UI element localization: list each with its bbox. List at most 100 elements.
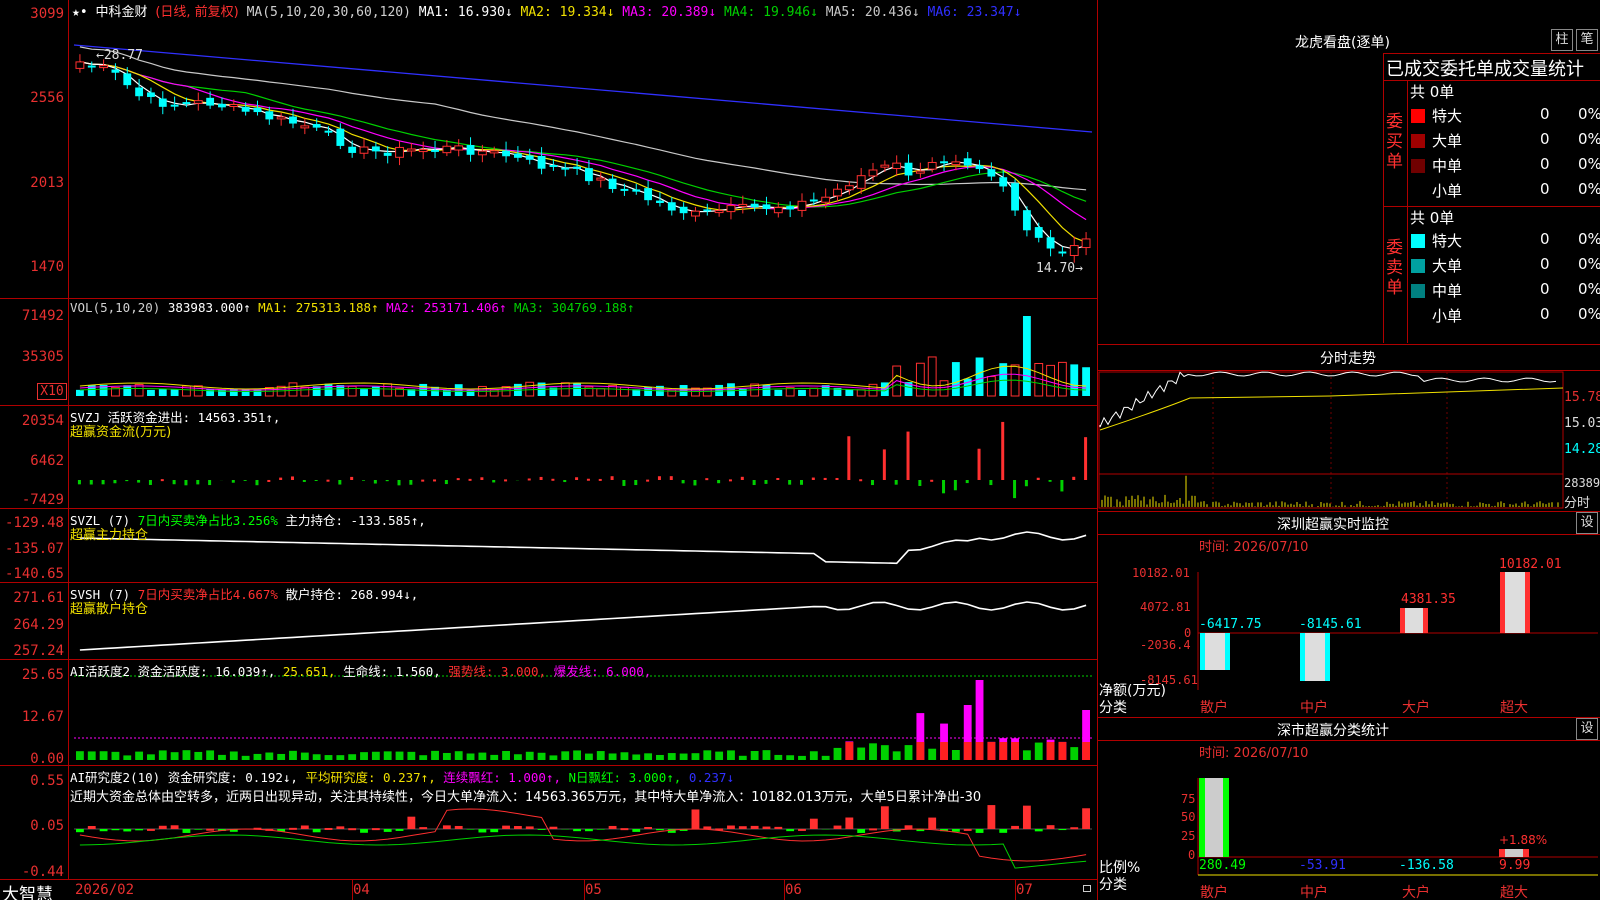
activity-bar xyxy=(880,745,889,760)
longhu-row-count: 0 xyxy=(1540,280,1550,298)
price-y-label: 1470 xyxy=(30,259,64,275)
flow-bar xyxy=(953,480,957,491)
svzj-y-label: 6462 xyxy=(30,453,64,469)
flow-bar xyxy=(421,479,425,482)
indicator-value: MA6: 23.347↓ xyxy=(927,5,1022,20)
indicator-value: 资金研究度: 0.192↓, xyxy=(167,770,306,785)
x-axis-label: 07 xyxy=(1016,882,1033,898)
monitor-bar-shade xyxy=(1305,633,1325,681)
stock-name[interactable]: 中科金财 xyxy=(95,5,147,20)
legend-swatch xyxy=(1411,234,1425,248)
lock-icon[interactable] xyxy=(1083,885,1091,892)
research-bar xyxy=(300,825,309,829)
svzl-y-label: -129.48 xyxy=(4,515,64,531)
research-bar xyxy=(975,829,984,833)
flow-bar xyxy=(89,480,93,485)
research-bar xyxy=(478,829,487,833)
vol-y-label: 35305 xyxy=(21,349,64,365)
chart-label: 9.99 xyxy=(1499,858,1531,873)
flow-bar xyxy=(409,480,413,485)
indicator-value: MA(5,10,20,30,60,120) xyxy=(246,5,419,20)
activity-bar xyxy=(845,742,854,760)
svzl-y-label: -140.65 xyxy=(4,566,64,582)
activity-bar xyxy=(336,755,345,760)
candle-up xyxy=(193,100,203,104)
candle-up xyxy=(691,210,700,217)
price-y-label: 3099 xyxy=(30,6,64,22)
longhu-row-count: 0 xyxy=(1540,255,1550,273)
right-panel-divider xyxy=(1097,0,1098,900)
candle-down xyxy=(762,204,771,209)
sz-monitor-date: 时间: 2026/07/10 xyxy=(1199,540,1309,555)
longhu-row-name: 中单 xyxy=(1432,282,1463,300)
flow-bar xyxy=(1048,480,1052,482)
candle-down xyxy=(1046,237,1055,249)
sz-monitor-settings-button[interactable]: 设 xyxy=(1576,512,1598,534)
candle-down xyxy=(585,168,593,182)
research-bar xyxy=(466,829,475,830)
flow-bar xyxy=(314,480,318,481)
activity-bar xyxy=(1082,742,1090,760)
candle-down xyxy=(904,162,913,176)
indicator-value: MA3: 20.389↓ xyxy=(622,5,725,20)
research-bar xyxy=(928,817,937,829)
indicator-value: 生命线: 1.560, xyxy=(343,664,449,679)
volume-bar xyxy=(1082,367,1090,396)
ma-indicator-values: MA(5,10,20,30,60,120) MA1: 16.930↓ MA2: … xyxy=(247,5,1022,20)
flow-bar xyxy=(527,478,531,481)
activity-bar xyxy=(644,753,653,760)
flow-bar xyxy=(657,476,661,480)
candle-up xyxy=(773,207,783,214)
candle-up xyxy=(927,161,937,170)
candle-down xyxy=(513,153,522,158)
candle-up xyxy=(880,164,890,168)
chart-label: 大户 xyxy=(1402,700,1430,716)
activity-bar xyxy=(975,742,984,760)
flow-bar xyxy=(871,480,875,486)
tick-mode-button[interactable]: 笔 xyxy=(1576,29,1598,51)
flow-bar xyxy=(859,479,863,482)
candle-down xyxy=(336,128,345,146)
indicator-value: AI活跃度2 xyxy=(70,664,138,679)
activity-bar xyxy=(502,750,510,760)
activity-bar xyxy=(478,752,487,760)
sz-stats-settings-button[interactable]: 设 xyxy=(1576,718,1598,740)
flow-bar xyxy=(290,476,294,480)
activity-bar xyxy=(585,753,593,760)
candle-up xyxy=(75,61,85,69)
app-root: ★• 中科金财 (日线, 前复权) MA(5,10,20,30,60,120) … xyxy=(0,0,1600,900)
indicator-value: 强势线: 3.000, xyxy=(448,664,554,679)
research-bar xyxy=(371,828,380,831)
indicator-value: 25.651, xyxy=(282,664,344,679)
activity-bar xyxy=(265,752,274,760)
flow-bar xyxy=(125,480,129,482)
flow-bar xyxy=(302,480,306,482)
research-bar xyxy=(1022,805,1031,829)
flow-bar xyxy=(669,476,673,480)
legend-swatch xyxy=(1411,159,1425,173)
activity-bar xyxy=(383,751,392,760)
volume-bar xyxy=(999,363,1008,396)
activity-bar xyxy=(300,752,309,760)
activity-bar xyxy=(87,751,96,760)
research-bar xyxy=(632,829,641,832)
research-bar xyxy=(419,827,428,830)
bar-mode-button[interactable]: 柱 xyxy=(1551,29,1573,51)
activity-bar xyxy=(750,751,759,760)
chart-mode[interactable]: (日线, 前复权) xyxy=(155,5,238,20)
sz-stats-date: 时间: 2026/07/10 xyxy=(1199,746,1309,761)
activity-bar xyxy=(99,751,108,760)
flow-bar xyxy=(373,480,377,484)
favorite-star-icon[interactable]: ★• xyxy=(72,5,88,20)
chart-label: -2036.4 xyxy=(1140,638,1191,652)
candle-up xyxy=(454,145,464,151)
flow-bar xyxy=(492,480,496,483)
candle-down xyxy=(561,167,570,170)
candle-down xyxy=(656,200,664,203)
candle-down xyxy=(466,145,475,155)
candle-down xyxy=(1034,227,1043,238)
y-axis-divider xyxy=(68,0,69,880)
activity-bar xyxy=(135,751,144,760)
activity-bar xyxy=(466,753,475,760)
chart-label: -6417.75 xyxy=(1199,617,1262,632)
